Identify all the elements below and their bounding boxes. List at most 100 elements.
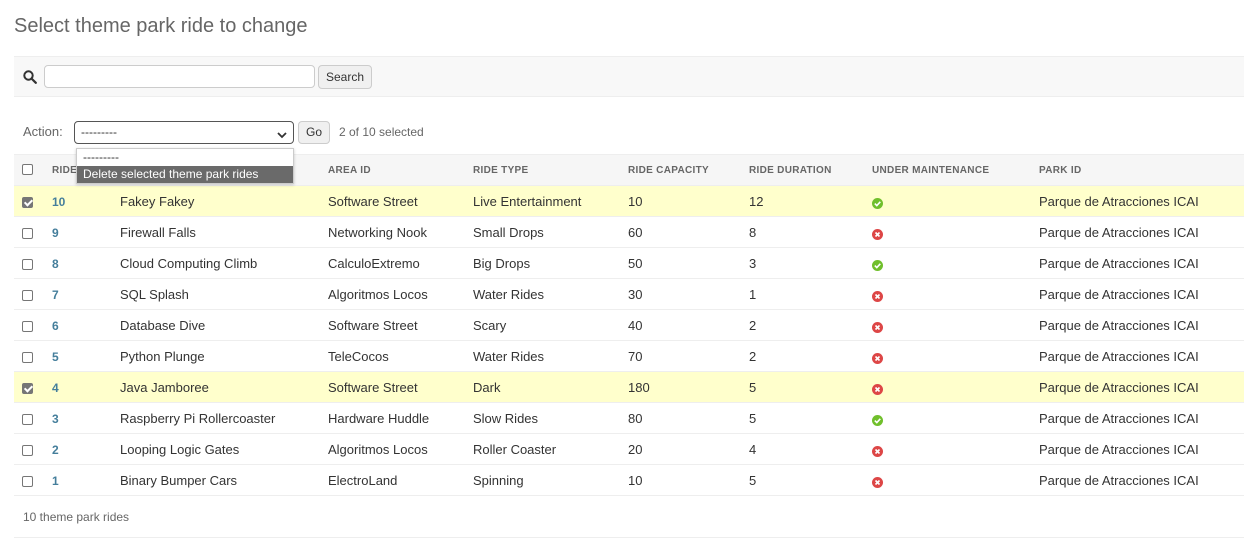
ride-capacity-cell: 180 [620, 371, 741, 403]
table-row: 6 Database Dive Software Street Scary 40 2 Par… [14, 309, 1244, 341]
column-header-ride-capacity[interactable]: RIDE CAPACITY [620, 154, 741, 186]
ride-duration-cell: 5 [741, 464, 864, 496]
select-all-header [14, 154, 44, 186]
area-id-cell: Software Street [320, 309, 465, 341]
column-header-area-id[interactable]: AREA ID [320, 154, 465, 186]
ride-capacity-cell: 10 [620, 185, 741, 217]
ride-type-cell: Small Drops [465, 216, 620, 248]
select-all-checkbox[interactable] [22, 164, 33, 176]
action-option-blank[interactable]: --------- [77, 149, 293, 166]
page-title: Select theme park ride to change [14, 15, 308, 37]
ride-name-cell: SQL Splash [112, 278, 320, 310]
area-id-cell: Algoritmos Locos [320, 278, 465, 310]
park-id-cell: Parque de Atracciones ICAI [1031, 433, 1244, 465]
ride-id-link[interactable]: 2 [52, 443, 59, 457]
ride-duration-cell: 5 [741, 402, 864, 434]
ride-id-link[interactable]: 5 [52, 350, 59, 364]
row-checkbox[interactable] [22, 444, 33, 456]
row-select-cell [14, 402, 44, 434]
go-button[interactable]: Go [298, 121, 330, 144]
table-row: 1 Binary Bumper Cars ElectroLand Spinning 10… [14, 464, 1244, 496]
ride-duration-cell: 8 [741, 216, 864, 248]
area-id-cell: Algoritmos Locos [320, 433, 465, 465]
action-label: Action: [23, 124, 63, 139]
ride-type-cell: Roller Coaster [465, 433, 620, 465]
ride-name-cell: Firewall Falls [112, 216, 320, 248]
no-cross-icon [872, 290, 883, 302]
yes-check-icon [872, 414, 883, 426]
row-checkbox[interactable] [22, 475, 33, 487]
table-row: 2 Looping Logic Gates Algoritmos Locos Roll… [14, 433, 1244, 465]
row-checkbox[interactable] [22, 289, 33, 301]
ride-type-cell: Dark [465, 371, 620, 403]
column-header-under-maintenance[interactable]: UNDER MAINTENANCE [864, 154, 1031, 186]
row-select-cell [14, 464, 44, 496]
ride-type-cell: Big Drops [465, 247, 620, 279]
ride-capacity-cell: 70 [620, 340, 741, 372]
area-id-cell: TeleCocos [320, 340, 465, 372]
ride-id-link[interactable]: 3 [52, 412, 59, 426]
row-checkbox[interactable] [22, 196, 33, 208]
maintenance-cell [864, 402, 1031, 434]
column-header-ride-duration[interactable]: RIDE DURATION [741, 154, 864, 186]
ride-id-link[interactable]: 8 [52, 257, 59, 271]
column-header-ride-type[interactable]: RIDE TYPE [465, 154, 620, 186]
table-row: 7 SQL Splash Algoritmos Locos Water Rides 30… [14, 278, 1244, 310]
ride-id-link[interactable]: 10 [52, 195, 65, 209]
search-input[interactable] [44, 65, 315, 88]
yes-check-icon [872, 197, 883, 209]
ride-id-link[interactable]: 1 [52, 474, 59, 488]
ride-duration-cell: 3 [741, 247, 864, 279]
park-id-cell: Parque de Atracciones ICAI [1031, 340, 1244, 372]
row-checkbox[interactable] [22, 227, 33, 239]
table-row: 3 Raspberry Pi Rollercoaster Hardware Hudd… [14, 402, 1244, 434]
ride-id-cell: 9 [44, 216, 112, 248]
results-table: RIDE AREA ID RIDE TYPE RIDE CAPACITY RID… [14, 154, 1244, 496]
maintenance-cell [864, 464, 1031, 496]
ride-duration-cell: 1 [741, 278, 864, 310]
row-checkbox[interactable] [22, 413, 33, 425]
row-select-cell [14, 371, 44, 403]
column-header-park-id[interactable]: PARK ID [1031, 154, 1244, 186]
divider [14, 537, 1244, 538]
ride-id-link[interactable]: 9 [52, 226, 59, 240]
ride-name-cell: Cloud Computing Climb [112, 247, 320, 279]
area-id-cell: CalculoExtremo [320, 247, 465, 279]
ride-type-cell: Slow Rides [465, 402, 620, 434]
row-checkbox[interactable] [22, 258, 33, 270]
row-checkbox[interactable] [22, 351, 33, 363]
ride-duration-cell: 12 [741, 185, 864, 217]
area-id-cell: Networking Nook [320, 216, 465, 248]
row-select-cell [14, 278, 44, 310]
ride-type-cell: Spinning [465, 464, 620, 496]
ride-duration-cell: 5 [741, 371, 864, 403]
ride-id-cell: 10 [44, 185, 112, 217]
ride-id-link[interactable]: 6 [52, 319, 59, 333]
ride-name-cell: Python Plunge [112, 340, 320, 372]
park-id-cell: Parque de Atracciones ICAI [1031, 278, 1244, 310]
table-row: 5 Python Plunge TeleCocos Water Rides 70 2 Par… [14, 340, 1244, 372]
ride-type-cell: Water Rides [465, 278, 620, 310]
ride-id-link[interactable]: 4 [52, 381, 59, 395]
action-select-value: --------- [81, 125, 117, 139]
ride-id-cell: 5 [44, 340, 112, 372]
area-id-cell: ElectroLand [320, 464, 465, 496]
row-checkbox[interactable] [22, 320, 33, 332]
row-checkbox[interactable] [22, 382, 33, 394]
action-option-delete-selected[interactable]: Delete selected theme park rides [77, 166, 293, 183]
ride-id-link[interactable]: 7 [52, 288, 59, 302]
selection-counter: 2 of 10 selected [339, 125, 424, 139]
search-icon [23, 70, 39, 86]
no-cross-icon [872, 445, 883, 457]
park-id-cell: Parque de Atracciones ICAI [1031, 216, 1244, 248]
table-row: 8 Cloud Computing Climb CalculoExtremo Big … [14, 247, 1244, 279]
ride-name-cell: Looping Logic Gates [112, 433, 320, 465]
table-row: 10 Fakey Fakey Software Street Live Enterta… [14, 185, 1244, 217]
ride-id-cell: 2 [44, 433, 112, 465]
ride-capacity-cell: 10 [620, 464, 741, 496]
search-button[interactable]: Search [318, 65, 372, 89]
ride-name-cell: Fakey Fakey [112, 185, 320, 217]
ride-name-cell: Raspberry Pi Rollercoaster [112, 402, 320, 434]
action-select[interactable]: --------- [74, 121, 294, 144]
ride-capacity-cell: 40 [620, 309, 741, 341]
